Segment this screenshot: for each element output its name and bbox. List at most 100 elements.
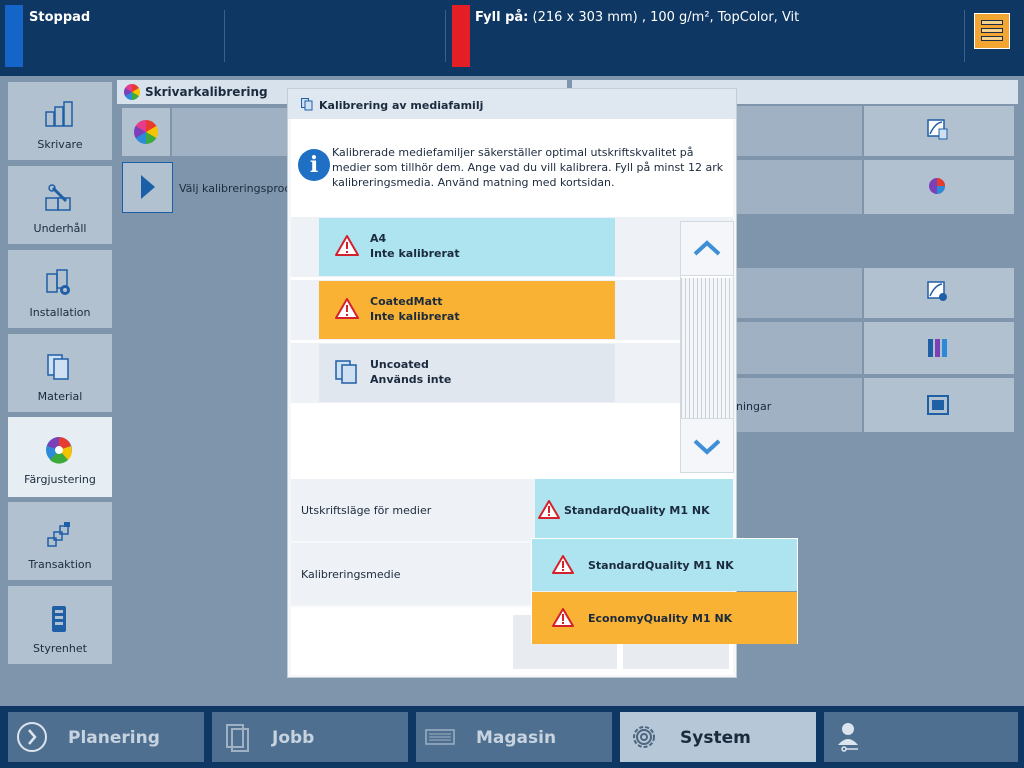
sidebar-item-label: Färgjustering <box>24 473 96 486</box>
media-status: Används inte <box>370 373 452 386</box>
divider <box>964 10 965 62</box>
color-wheel-icon <box>46 437 72 464</box>
printer-status-text: Stoppad <box>29 10 91 25</box>
tab-magasin[interactable]: Magasin <box>416 712 612 762</box>
fill-indicator <box>452 5 470 67</box>
user-key-icon <box>838 723 858 752</box>
start-procedure-button[interactable] <box>122 162 173 213</box>
color-bars-button[interactable] <box>864 322 1014 374</box>
curve-touch-button[interactable] <box>864 268 1014 318</box>
scroll-track[interactable] <box>681 278 733 418</box>
media-icon <box>335 360 357 384</box>
user-login-button[interactable] <box>824 712 1018 762</box>
g7-icon <box>929 178 945 194</box>
info-panel: i Kalibrerade mediefamiljer säkerställer… <box>291 119 733 217</box>
scroll-down-button[interactable] <box>681 418 733 472</box>
panel-row <box>737 322 862 374</box>
frame-button[interactable] <box>864 378 1014 432</box>
gear-icon <box>633 726 655 748</box>
media-name: A4 <box>370 232 387 245</box>
info-icon: i <box>298 149 330 181</box>
fill-value: (216 x 303 mm) , 100 g/m², TopColor, Vit <box>532 10 800 25</box>
status-indicator <box>5 5 23 67</box>
warning-icon <box>552 608 574 627</box>
print-mode-value: StandardQuality M1 NK <box>564 504 710 517</box>
print-mode-dropdown: StandardQuality M1 NK EconomyQuality M1 … <box>531 538 798 644</box>
top-status-bar: Stoppad Fyll på: (216 x 303 mm) , 100 g/… <box>0 0 1024 76</box>
warning-icon <box>335 235 359 256</box>
media-name: Uncoated <box>370 358 429 371</box>
panel-row <box>737 106 862 156</box>
tab-jobb[interactable]: Jobb <box>212 712 408 762</box>
media-name: CoatedMatt <box>370 295 443 308</box>
scroll-up-button[interactable] <box>681 222 733 276</box>
controller-icon <box>52 606 66 632</box>
sidebar-item-label: Installation <box>29 306 91 319</box>
sidebar-item-underhall[interactable]: Underhåll <box>8 166 112 244</box>
dropdown-option-economy[interactable]: EconomyQuality M1 NK <box>532 592 797 644</box>
sidebar-item-fargjustering[interactable]: Färgjustering <box>8 417 112 497</box>
info-text: Kalibrerade mediefamiljer säkerställer o… <box>332 146 724 189</box>
dropdown-option-standard[interactable]: StandardQuality M1 NK <box>532 539 797 591</box>
color-wheel-icon <box>124 84 140 100</box>
media-icon <box>47 354 69 380</box>
play-icon <box>141 175 155 199</box>
sidebar-item-label: Skrivare <box>37 138 83 151</box>
media-family-list: A4 Inte kalibrerat CoatedMatt Inte kalib… <box>291 217 734 479</box>
divider <box>445 10 446 62</box>
panel-row <box>737 160 862 214</box>
list-item-a4[interactable]: A4 Inte kalibrerat <box>319 218 615 276</box>
tab-system[interactable]: System <box>620 712 816 762</box>
settings-label-partial: ningar <box>736 400 772 413</box>
fill-message[interactable]: Fyll på: (216 x 303 mm) , 100 g/m², TopC… <box>475 10 799 25</box>
wrench-icon <box>45 184 71 211</box>
dropdown-option-label: StandardQuality M1 NK <box>588 559 734 572</box>
gear-install-icon <box>46 269 70 295</box>
print-mode-select[interactable]: StandardQuality M1 NK <box>535 479 733 541</box>
panel-row <box>172 108 287 156</box>
list-item-uncoated[interactable]: Uncoated Används inte <box>319 344 615 402</box>
tab-label: Jobb <box>272 728 315 748</box>
color-bars-icon <box>928 339 947 357</box>
bottom-navigation: Planering Jobb Magasin System <box>0 706 1024 768</box>
panel-title: Skrivarkalibrering <box>145 85 268 99</box>
sidebar-item-material[interactable]: Material <box>8 334 112 412</box>
print-mode-row: Utskriftsläge för medier StandardQuality… <box>291 479 733 541</box>
list-scrollbar[interactable] <box>680 221 734 473</box>
frame-icon <box>927 395 949 415</box>
media-icon <box>301 98 313 111</box>
media-status: Inte kalibrerat <box>370 247 460 260</box>
sidebar-item-transaktion[interactable]: Transaktion <box>8 502 112 580</box>
transaction-icon <box>47 522 70 547</box>
calibration-tile[interactable] <box>122 108 170 156</box>
sidebar-item-installation[interactable]: Installation <box>8 250 112 328</box>
tray-icon <box>425 729 455 745</box>
sidebar-item-label: Styrenhet <box>33 642 87 655</box>
divider <box>224 10 225 62</box>
color-wheel-icon <box>134 120 158 144</box>
list-item-coatedmatt[interactable]: CoatedMatt Inte kalibrerat <box>319 281 615 339</box>
sidebar-item-label: Transaktion <box>28 558 92 571</box>
chevron-down-icon <box>693 439 721 455</box>
tab-label: System <box>680 728 751 748</box>
sidebar-item-label: Material <box>37 390 83 403</box>
dialog-header: Kalibrering av mediafamilj <box>288 89 736 119</box>
tab-label: Magasin <box>476 728 557 748</box>
server-queue-icon[interactable] <box>974 13 1010 49</box>
warning-icon <box>552 555 574 574</box>
panel-row <box>737 268 862 318</box>
job-icon <box>226 724 249 752</box>
calibration-media-label: Kalibreringsmedie <box>301 568 401 581</box>
tab-planering[interactable]: Planering <box>8 712 204 762</box>
sidebar-item-skrivare[interactable]: Skrivare <box>8 82 112 160</box>
curve-touch-icon <box>927 281 947 301</box>
dialog-title: Kalibrering av mediafamilj <box>319 99 484 112</box>
fill-label: Fyll på: <box>475 10 529 25</box>
tab-label: Planering <box>68 728 160 748</box>
sidebar-item-styrenhet[interactable]: Styrenhet <box>8 586 112 664</box>
warning-icon <box>538 500 560 519</box>
dropdown-option-label: EconomyQuality M1 NK <box>588 612 733 625</box>
curve-icon <box>927 119 948 140</box>
calibration-curve-button[interactable] <box>864 106 1014 156</box>
g7-button[interactable] <box>864 160 1014 214</box>
